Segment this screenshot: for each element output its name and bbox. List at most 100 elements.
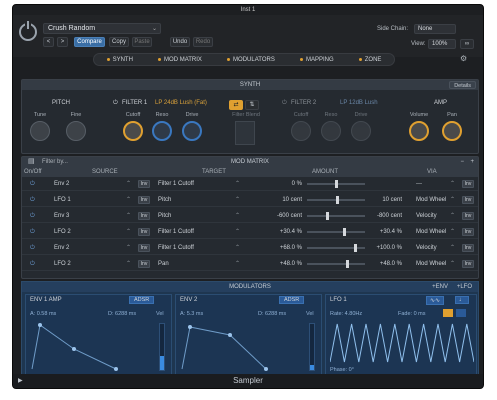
filter1-power-icon[interactable]: ⏻ bbox=[113, 100, 118, 107]
paste-button[interactable]: Paste bbox=[132, 37, 152, 47]
remove-row-button[interactable]: − bbox=[460, 157, 464, 167]
env2-release-handle[interactable] bbox=[264, 367, 268, 371]
row-amount-thumb[interactable] bbox=[335, 196, 339, 204]
row-via-dropdown[interactable]: --- bbox=[416, 177, 422, 191]
link-icon[interactable]: ∞ bbox=[460, 39, 474, 49]
row-target-dropdown[interactable]: Filter 1 Cutoff bbox=[158, 225, 194, 239]
row-power-icon[interactable]: ⏻ bbox=[30, 209, 35, 223]
row-amount-thumb[interactable] bbox=[353, 244, 357, 252]
env2-decay-handle[interactable] bbox=[228, 333, 232, 337]
lfo-retrigger-icon[interactable] bbox=[443, 309, 453, 317]
row-via-invert[interactable]: Inv bbox=[462, 212, 474, 220]
compare-button[interactable]: Compare bbox=[74, 37, 105, 47]
view-dropdown[interactable]: 100% bbox=[428, 39, 456, 49]
row-source-dropdown[interactable]: LFO 2 bbox=[54, 257, 71, 271]
row-via-dropdown[interactable]: Mod Wheel bbox=[416, 225, 446, 239]
lfo-sync-icon[interactable] bbox=[456, 309, 466, 317]
row-via-invert[interactable]: Inv bbox=[462, 180, 474, 188]
add-row-button[interactable]: + bbox=[470, 157, 474, 167]
row-source-invert[interactable]: Inv bbox=[138, 212, 150, 220]
details-button[interactable]: Details bbox=[449, 81, 476, 89]
row-target-dropdown[interactable]: Pan bbox=[158, 257, 169, 271]
env1-attack-handle[interactable] bbox=[38, 323, 42, 327]
env1-vel-slider[interactable] bbox=[159, 323, 165, 371]
row-source-invert[interactable]: Inv bbox=[138, 196, 150, 204]
filter-parallel-icon[interactable]: ⇅ bbox=[245, 100, 259, 110]
filter1-drive-knob[interactable] bbox=[182, 121, 202, 141]
row-source-dropdown[interactable]: LFO 2 bbox=[54, 225, 71, 239]
row-via-dropdown[interactable]: Mod Wheel bbox=[416, 193, 446, 207]
volume-knob[interactable] bbox=[409, 121, 429, 141]
env1-decay-handle[interactable] bbox=[72, 347, 76, 351]
filter2-type-dropdown[interactable]: LP 12dB Lush bbox=[340, 100, 378, 106]
fine-knob[interactable] bbox=[66, 121, 86, 141]
tab-mapping[interactable]: MAPPING bbox=[299, 57, 334, 63]
filter2-reso-knob[interactable] bbox=[321, 121, 341, 141]
row-source-dropdown[interactable]: Env 2 bbox=[54, 241, 69, 255]
row-target-dropdown[interactable]: Filter 1 Cutoff bbox=[158, 177, 194, 191]
row-via-dropdown[interactable]: Mod Wheel bbox=[416, 257, 446, 271]
redo-button[interactable]: Redo bbox=[193, 37, 213, 47]
power-icon[interactable] bbox=[19, 21, 37, 41]
env2-graph[interactable] bbox=[180, 321, 304, 371]
filter1-type-dropdown[interactable]: LP 24dB Lush (Fat) bbox=[155, 100, 207, 106]
grid-icon[interactable]: ▤ bbox=[28, 157, 35, 167]
row-source-dropdown[interactable]: LFO 1 bbox=[54, 193, 71, 207]
filter2-cutoff-knob[interactable] bbox=[291, 121, 311, 141]
next-preset-button[interactable]: > bbox=[57, 37, 68, 47]
row-power-icon[interactable]: ⏻ bbox=[30, 225, 35, 239]
row-source-dropdown[interactable]: Env 2 bbox=[54, 177, 69, 191]
row-amount-slider[interactable] bbox=[307, 231, 365, 233]
row-source-dropdown[interactable]: Env 3 bbox=[54, 209, 69, 223]
play-icon[interactable]: ▶ bbox=[18, 374, 23, 388]
preset-dropdown[interactable]: Crush Random ⌄ bbox=[43, 23, 161, 34]
row-via-invert[interactable]: Inv bbox=[462, 260, 474, 268]
row-via-invert[interactable]: Inv bbox=[462, 244, 474, 252]
tab-synth[interactable]: SYNTH bbox=[106, 57, 133, 63]
filter-by-dropdown[interactable]: Filter by... bbox=[42, 157, 68, 167]
env2-attack-handle[interactable] bbox=[188, 325, 192, 329]
row-target-dropdown[interactable]: Pitch bbox=[158, 193, 171, 207]
env1-release-handle[interactable] bbox=[114, 367, 118, 371]
env1-graph[interactable] bbox=[30, 321, 154, 371]
row-via-invert[interactable]: Inv bbox=[462, 196, 474, 204]
row-amount-thumb[interactable] bbox=[326, 212, 330, 220]
tab-modulators[interactable]: MODULATORS bbox=[227, 57, 275, 63]
undo-button[interactable]: Undo bbox=[170, 37, 190, 47]
row-source-invert[interactable]: Inv bbox=[138, 260, 150, 268]
filter1-reso-knob[interactable] bbox=[152, 121, 172, 141]
row-amount-slider[interactable] bbox=[307, 263, 365, 265]
row-source-invert[interactable]: Inv bbox=[138, 180, 150, 188]
tab-zone[interactable]: ZONE bbox=[358, 57, 381, 63]
row-via-invert[interactable]: Inv bbox=[462, 228, 474, 236]
env1-mode-dropdown[interactable]: ADSR bbox=[129, 296, 155, 304]
row-source-invert[interactable]: Inv bbox=[138, 244, 150, 252]
filter2-drive-knob[interactable] bbox=[351, 121, 371, 141]
row-power-icon[interactable]: ⏻ bbox=[30, 193, 35, 207]
row-amount-thumb[interactable] bbox=[342, 228, 346, 236]
lfo-note-icon[interactable]: ♩ bbox=[455, 296, 469, 304]
sidechain-dropdown[interactable]: None bbox=[414, 24, 456, 34]
filter1-cutoff-knob[interactable] bbox=[123, 121, 143, 141]
tab-mod-matrix[interactable]: MOD MATRIX bbox=[158, 57, 202, 63]
row-power-icon[interactable]: ⏻ bbox=[30, 177, 35, 191]
row-amount-thumb[interactable] bbox=[334, 180, 338, 188]
pan-knob[interactable] bbox=[442, 121, 462, 141]
copy-button[interactable]: Copy bbox=[109, 37, 129, 47]
lfo1-graph[interactable] bbox=[330, 322, 474, 364]
row-amount-thumb[interactable] bbox=[345, 260, 349, 268]
filter-blend-slider[interactable] bbox=[235, 121, 255, 145]
row-power-icon[interactable]: ⏻ bbox=[30, 257, 35, 271]
filter-serial-icon[interactable]: ⇄ bbox=[229, 100, 243, 110]
row-amount-slider[interactable] bbox=[307, 215, 365, 217]
row-target-dropdown[interactable]: Filter 1 Cutoff bbox=[158, 241, 194, 255]
row-via-dropdown[interactable]: Velocity bbox=[416, 241, 437, 255]
tune-knob[interactable] bbox=[30, 121, 50, 141]
row-source-invert[interactable]: Inv bbox=[138, 228, 150, 236]
add-env-button[interactable]: +ENV bbox=[432, 282, 448, 292]
prev-preset-button[interactable]: < bbox=[43, 37, 54, 47]
add-lfo-button[interactable]: +LFO bbox=[457, 282, 472, 292]
lfo-wave-icon[interactable]: ∿∿ bbox=[426, 296, 445, 305]
env2-vel-slider[interactable] bbox=[309, 323, 315, 371]
env2-mode-dropdown[interactable]: ADSR bbox=[279, 296, 305, 304]
